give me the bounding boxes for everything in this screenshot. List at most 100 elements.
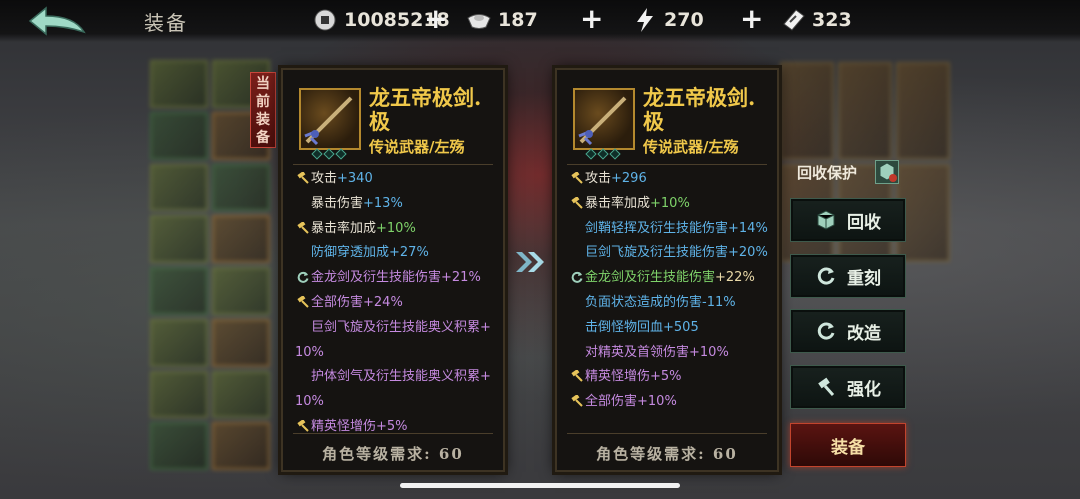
- back-arrow-icon[interactable]: [26, 6, 88, 36]
- divider: [293, 433, 493, 434]
- hammer-icon: [295, 167, 311, 192]
- page-title: 装备: [144, 11, 188, 35]
- stat-row: 防御穿透加成 +27%: [295, 241, 501, 266]
- ticket-resource: 323: [780, 6, 852, 34]
- stat-label: 防御穿透加成: [311, 245, 390, 261]
- item-name: 龙五帝极剑.极: [643, 85, 756, 134]
- modify-button[interactable]: 改造: [790, 309, 906, 353]
- stat-list: 攻击 +340 暴击伤害 +13% 暴击率加成 +10% 防御穿透加成 +27% 金龙剑及衍生技…: [295, 167, 501, 440]
- add-coin-button[interactable]: +: [424, 4, 447, 34]
- divider: [567, 433, 767, 434]
- weapon-icon: [299, 88, 361, 150]
- stat-label: 全部伤害: [585, 394, 638, 410]
- stat-label: 全部伤害: [311, 294, 364, 310]
- refresh-icon: [815, 320, 837, 342]
- stat-value: +13%: [363, 195, 403, 211]
- stat-label: 暴击伤害: [311, 195, 364, 211]
- stat-value: +10%: [376, 220, 416, 236]
- recycle-protect-label: 回收保护: [797, 164, 858, 182]
- stat-row: 负面状态造成的伤害 -11%: [569, 291, 775, 316]
- stat-label: 暴击率加成: [311, 220, 377, 236]
- stat-label: 精英怪增伤: [311, 418, 377, 434]
- item-type: 传说武器/左殇: [643, 138, 739, 156]
- compare-equipment-card: 龙五帝极剑.极 传说武器/左殇 攻击 +296 暴击率加成 +10% 剑鞘轻挥及衍生技能…: [555, 68, 779, 472]
- stat-row: 对精英及首领伤害 +10%: [569, 341, 775, 366]
- equip-button[interactable]: 装备: [790, 423, 906, 467]
- modify-label: 改造: [847, 323, 881, 344]
- stat-row: 暴击伤害 +13%: [295, 192, 501, 217]
- top-bar: 装备 10085218 + 187 + 270 + 323: [0, 0, 1080, 42]
- stat-row: 剑鞘轻挥及衍生技能伤害 +14%: [569, 217, 775, 242]
- ingot-resource: 187: [466, 6, 538, 34]
- stat-label: 剑鞘轻挥及衍生技能伤害: [585, 220, 729, 236]
- add-ingot-button[interactable]: +: [580, 4, 603, 34]
- stat-value: +14%: [728, 220, 768, 236]
- stat-label: 暴击率加成: [585, 195, 651, 211]
- stat-marker: [569, 217, 585, 242]
- stat-marker: [295, 365, 311, 390]
- recycle-button[interactable]: 回收: [790, 198, 906, 242]
- enhance-button[interactable]: 强化: [790, 365, 906, 409]
- item-header: 龙五帝极剑.极 传说武器/左殇: [295, 82, 495, 162]
- stat-value: +296: [611, 171, 647, 186]
- reforge-button[interactable]: 重刻: [790, 254, 906, 298]
- stat-row: 击倒怪物回血 +505: [569, 316, 775, 341]
- stat-row: 精英怪增伤 +5%: [295, 415, 501, 440]
- divider: [567, 164, 767, 165]
- stat-label: 金龙剑及衍生技能伤害: [311, 270, 442, 286]
- stat-row: 攻击 +296: [569, 167, 775, 192]
- stat-marker: [295, 241, 311, 266]
- stat-label: 负面状态造成的伤害: [585, 294, 703, 310]
- stat-label: 击倒怪物回血: [585, 319, 664, 335]
- stat-value: +27%: [389, 245, 429, 261]
- compare-arrow-icon: [516, 252, 544, 272]
- hammer-icon: [295, 291, 311, 316]
- stamina-resource: 270: [632, 6, 704, 34]
- quality-gems: [311, 148, 347, 160]
- hammer-icon: [569, 167, 585, 192]
- stat-label: 巨剑飞旋及衍生技能奥义积累+: [311, 319, 491, 335]
- stat-row: 10%: [295, 390, 501, 415]
- box-lock-icon: [879, 162, 897, 182]
- stat-marker: [569, 341, 585, 366]
- recycle-protect-toggle[interactable]: [875, 160, 899, 184]
- stamina-value: 270: [664, 9, 704, 31]
- equip-label: 装备: [831, 437, 865, 458]
- stat-row: 暴击率加成 +10%: [295, 217, 501, 242]
- stat-row: 巨剑飞旋及衍生技能奥义积累+: [295, 316, 501, 341]
- hammer-icon: [815, 376, 837, 398]
- current-equipment-card: 龙五帝极剑.极 传说武器/左殇 攻击 +340 暴击伤害 +13% 暴击率加成 +10% 防…: [281, 68, 505, 472]
- divider: [293, 164, 493, 165]
- stat-value: -11%: [702, 294, 736, 310]
- stat-row: 金龙剑及衍生技能伤害 +22%: [569, 266, 775, 291]
- enhance-label: 强化: [847, 379, 881, 400]
- stat-label: 10%: [295, 394, 324, 410]
- add-stamina-button[interactable]: +: [740, 4, 763, 34]
- stat-list: 攻击 +296 暴击率加成 +10% 剑鞘轻挥及衍生技能伤害 +14% 巨剑飞旋及衍生技能伤…: [569, 167, 775, 415]
- stat-value: +24%: [363, 294, 403, 310]
- hammer-icon: [569, 365, 585, 390]
- item-type: 传说武器/左殇: [369, 138, 465, 156]
- stat-label: 攻击: [585, 171, 612, 186]
- item-header: 龙五帝极剑.极 传说武器/左殇: [569, 82, 769, 162]
- hammer-icon: [295, 415, 311, 440]
- stat-marker: [569, 291, 585, 316]
- stat-value: +10%: [689, 344, 729, 360]
- level-requirement: 角色等级需求: 60: [322, 445, 464, 463]
- item-name: 龙五帝极剑.极: [369, 85, 482, 134]
- refresh-icon: [569, 266, 585, 291]
- stat-label: 攻击: [311, 171, 338, 186]
- stat-row: 全部伤害 +24%: [295, 291, 501, 316]
- stat-label: 巨剑飞旋及衍生技能伤害: [585, 245, 729, 261]
- stat-row: 巨剑飞旋及衍生技能伤害 +20%: [569, 241, 775, 266]
- ingot-value: 187: [498, 9, 538, 31]
- stat-marker: [569, 316, 585, 341]
- stat-label: 精英怪增伤: [585, 369, 651, 385]
- stat-label: 金龙剑及衍生技能伤害: [585, 270, 716, 286]
- stat-label: 10%: [295, 344, 324, 360]
- lightning-icon: [632, 7, 658, 33]
- reforge-label: 重刻: [847, 268, 881, 289]
- current-equipment-badge: 当前装备: [250, 72, 276, 148]
- stat-row: 全部伤害 +10%: [569, 390, 775, 415]
- stat-value: +21%: [441, 270, 481, 286]
